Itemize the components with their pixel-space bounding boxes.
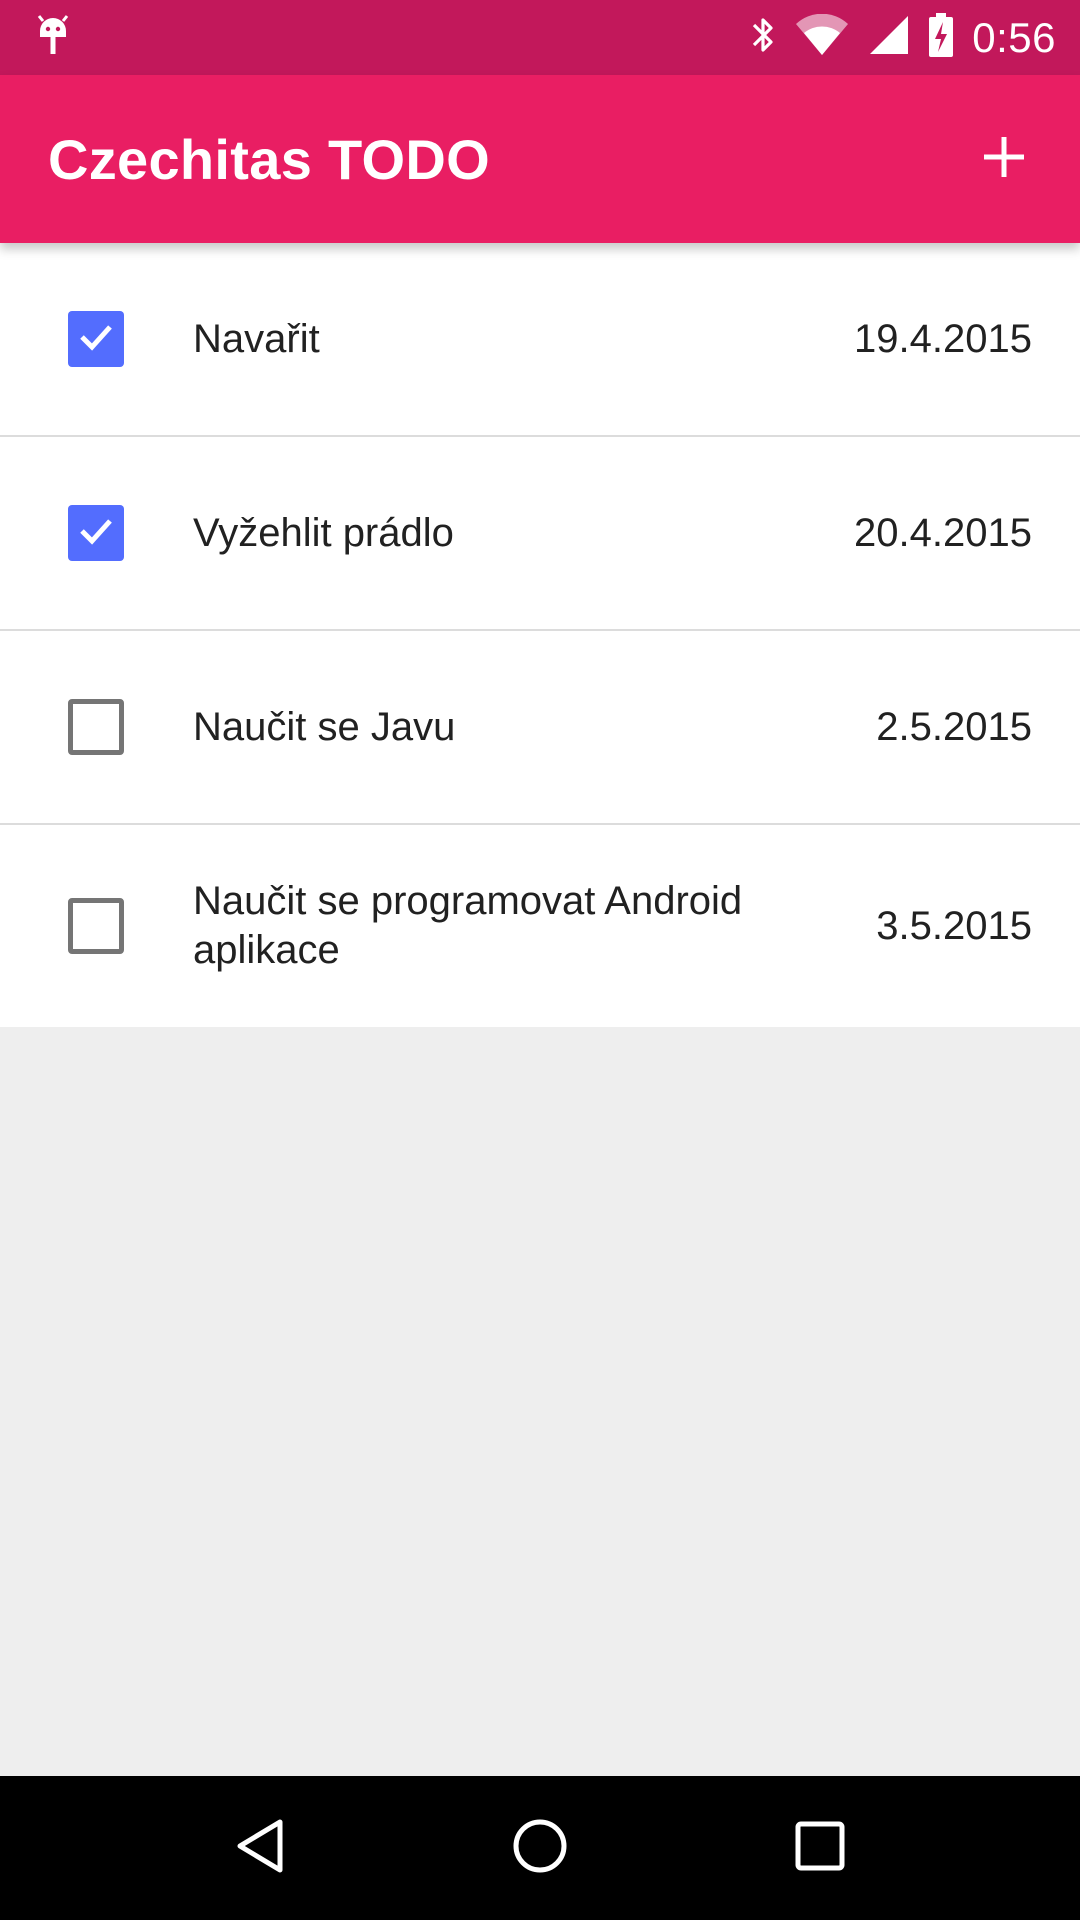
recents-button[interactable]	[770, 1798, 870, 1898]
status-bar: 0:56	[0, 0, 1080, 75]
bluetooth-icon	[750, 14, 776, 61]
home-button[interactable]	[490, 1798, 590, 1898]
checkmark-icon	[76, 511, 116, 556]
todo-label: Naučit se programovat Android aplikace	[193, 879, 743, 972]
add-todo-button[interactable]	[974, 129, 1034, 189]
recents-icon	[792, 1818, 848, 1879]
todo-label: Vyžehlit prádlo	[193, 510, 454, 555]
todo-row[interactable]: Naučit se programovat Android aplikace 3…	[0, 825, 1080, 1027]
app-title: Czechitas TODO	[48, 127, 490, 191]
todo-row[interactable]: Navařit 19.4.2015	[0, 243, 1080, 437]
todo-list: Navařit 19.4.2015 Vyžehlit prádlo 20.4.2…	[0, 243, 1080, 1027]
back-button[interactable]	[210, 1798, 310, 1898]
todo-row[interactable]: Naučit se Javu 2.5.2015	[0, 631, 1080, 825]
todo-checkbox-unchecked[interactable]	[68, 699, 124, 755]
back-icon	[230, 1816, 290, 1881]
clock: 0:56	[972, 13, 1056, 61]
app-bar: Czechitas TODO	[0, 75, 1080, 243]
todo-date: 3.5.2015	[876, 903, 1032, 948]
todo-date: 2.5.2015	[876, 704, 1032, 749]
battery-charging-icon	[928, 13, 954, 62]
todo-checkbox-checked[interactable]	[68, 311, 124, 367]
checkmark-icon	[76, 317, 116, 362]
add-icon	[982, 135, 1026, 184]
todo-checkbox-checked[interactable]	[68, 505, 124, 561]
signal-icon	[868, 14, 910, 61]
navigation-bar	[0, 1776, 1080, 1920]
todo-date: 20.4.2015	[854, 510, 1032, 555]
todo-label: Naučit se Javu	[193, 704, 456, 749]
todo-date: 19.4.2015	[854, 316, 1032, 361]
wifi-icon	[794, 13, 850, 61]
todo-checkbox-unchecked[interactable]	[68, 898, 124, 954]
home-icon	[510, 1816, 570, 1881]
todo-row[interactable]: Vyžehlit prádlo 20.4.2015	[0, 437, 1080, 631]
todo-label: Navařit	[193, 316, 320, 361]
android-debug-icon	[36, 15, 70, 60]
